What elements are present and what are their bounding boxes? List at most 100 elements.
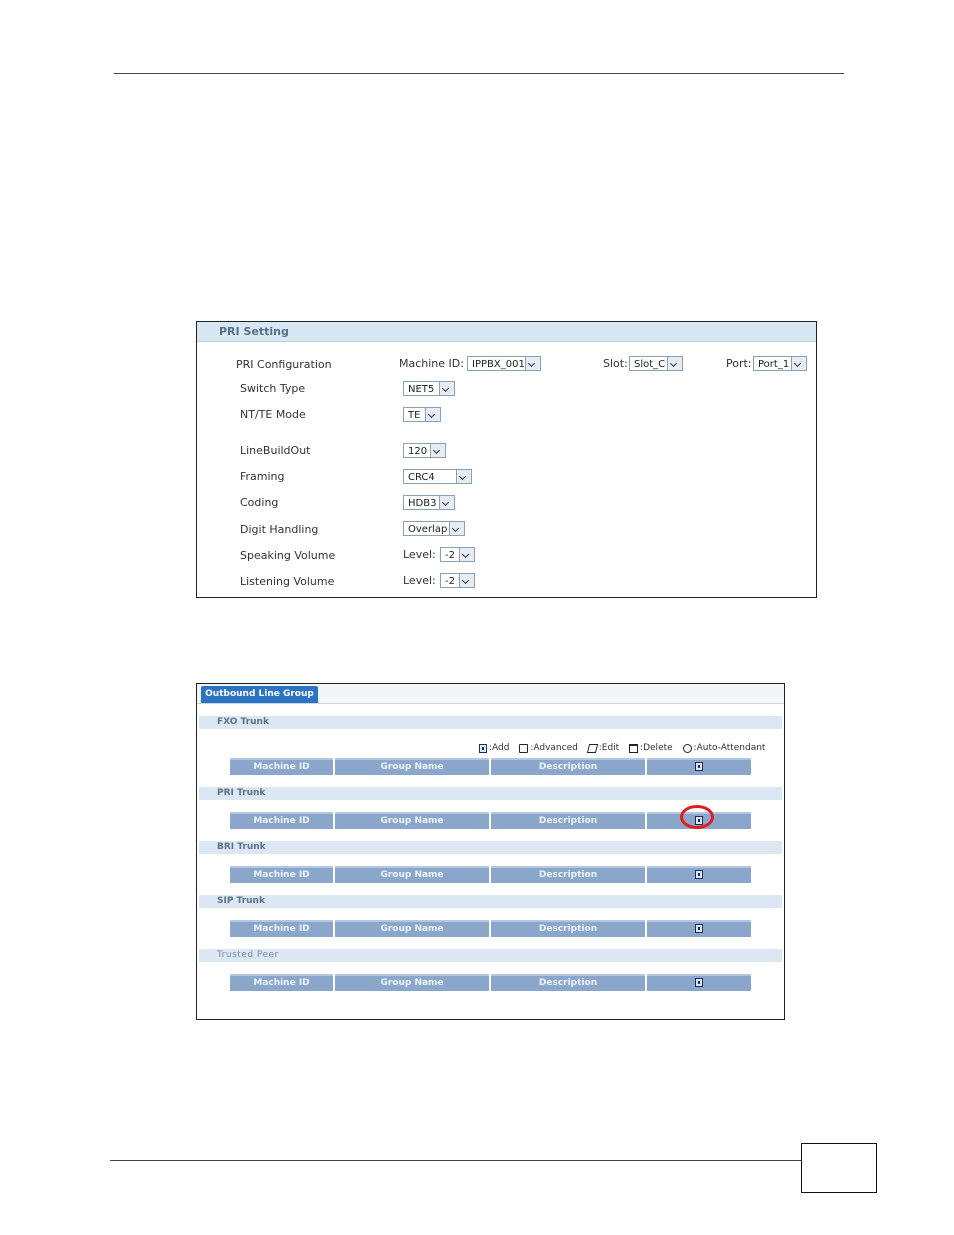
highlight-ring [680, 805, 714, 829]
chevron-down-icon [667, 357, 682, 370]
column-machine-id: Machine ID [230, 974, 333, 991]
linebuildout-label: LineBuildOut [240, 444, 311, 457]
chevron-down-icon [439, 382, 454, 395]
section-bri-trunk: BRI Trunk [199, 841, 782, 854]
nt-te-mode-select[interactable]: TE [403, 407, 441, 422]
listening-volume-label: Listening Volume [240, 575, 335, 588]
pri-setting-panel: PRI Setting PRI Configuration Machine ID… [196, 321, 817, 598]
framing-value: CRC4 [408, 472, 435, 483]
nt-te-mode-label: NT/TE Mode [240, 408, 306, 421]
legend-auto-attendant-label: :Auto-Attendant [693, 743, 766, 753]
tab-outbound-line-group[interactable]: Outbound Line Group [201, 686, 318, 703]
speaking-volume-select[interactable]: -2 [440, 547, 475, 562]
column-description: Description [491, 812, 645, 829]
listening-level-label: Level: [403, 574, 436, 587]
outbound-line-group-panel: Outbound Line Group FXO Trunk :Add :Adva… [196, 683, 785, 1020]
switch-type-label: Switch Type [240, 382, 306, 395]
pri-configuration-label: PRI Configuration [236, 358, 332, 371]
legend-advanced-label: :Advanced [530, 743, 578, 753]
add-icon [695, 870, 703, 879]
linebuildout-value: 120 [408, 446, 428, 457]
footer-rule [110, 1160, 802, 1161]
column-description: Description [491, 920, 645, 937]
column-group-name: Group Name [335, 974, 489, 991]
table-header-bri: Machine ID Group Name Description [230, 866, 751, 883]
slot-select[interactable]: Slot_C [629, 356, 683, 371]
speaking-volume-label: Speaking Volume [240, 549, 336, 562]
digit-handling-value: Overlap [408, 524, 448, 535]
slot-value: Slot_C [634, 359, 666, 370]
pri-setting-title: PRI Setting [197, 322, 816, 342]
table-header-pri: Machine ID Group Name Description [230, 812, 751, 829]
legend-add-label: :Add [489, 743, 510, 753]
legend-delete-label: :Delete [640, 743, 673, 753]
chevron-down-icon [456, 470, 471, 483]
chevron-down-icon [459, 574, 474, 587]
add-icon [479, 743, 487, 753]
coding-label: Coding [240, 496, 279, 509]
column-description: Description [491, 974, 645, 991]
add-icon [695, 978, 703, 987]
table-header-fxo: Machine ID Group Name Description [230, 758, 751, 775]
port-label: Port: [726, 357, 752, 370]
column-group-name: Group Name [335, 920, 489, 937]
chevron-down-icon [439, 496, 454, 509]
table-header-sip: Machine ID Group Name Description [230, 920, 751, 937]
add-button[interactable] [647, 758, 751, 775]
linebuildout-select[interactable]: 120 [403, 443, 446, 458]
framing-select[interactable]: CRC4 [403, 469, 472, 484]
listening-volume-select[interactable]: -2 [440, 573, 475, 588]
add-icon [695, 762, 703, 771]
section-trusted-peer: Trusted Peer [199, 949, 782, 962]
switch-type-select[interactable]: NET5 [403, 381, 455, 396]
slot-label: Slot: [603, 357, 628, 370]
column-description: Description [491, 866, 645, 883]
column-machine-id: Machine ID [230, 920, 333, 937]
edit-icon [586, 743, 598, 753]
chevron-down-icon [791, 357, 806, 370]
machine-id-label: Machine ID: [399, 357, 464, 370]
speaking-volume-value: -2 [445, 550, 455, 561]
speaking-level-label: Level: [403, 548, 436, 561]
chevron-down-icon [425, 408, 440, 421]
legend-edit-label: :Edit [598, 743, 620, 753]
machine-id-value: IPPBX_001 [472, 359, 525, 370]
header-rule [114, 73, 844, 74]
column-group-name: Group Name [335, 812, 489, 829]
advanced-icon [519, 743, 529, 753]
listening-volume-value: -2 [445, 576, 455, 587]
delete-icon [629, 743, 639, 753]
auto-attendant-icon [682, 743, 692, 753]
column-group-name: Group Name [335, 866, 489, 883]
add-button[interactable] [647, 974, 751, 991]
tab-bar: Outbound Line Group [197, 684, 784, 704]
digit-handling-select[interactable]: Overlap [403, 521, 465, 536]
table-header-trusted-peer: Machine ID Group Name Description [230, 974, 751, 991]
column-machine-id: Machine ID [230, 812, 333, 829]
nt-te-mode-value: TE [408, 410, 421, 421]
section-fxo-trunk: FXO Trunk [199, 716, 782, 729]
page-number-box [801, 1143, 877, 1193]
column-machine-id: Machine ID [230, 866, 333, 883]
digit-handling-label: Digit Handling [240, 523, 319, 536]
add-button[interactable] [647, 866, 751, 883]
column-machine-id: Machine ID [230, 758, 333, 775]
port-select[interactable]: Port_1 [753, 356, 807, 371]
chevron-down-icon [430, 444, 445, 457]
chevron-down-icon [449, 522, 464, 535]
add-icon [695, 924, 703, 933]
port-value: Port_1 [758, 359, 790, 370]
switch-type-value: NET5 [408, 384, 435, 395]
chevron-down-icon [459, 548, 474, 561]
section-pri-trunk: PRI Trunk [199, 787, 782, 800]
section-sip-trunk: SIP Trunk [199, 895, 782, 908]
icon-legend: :Add :Advanced :Edit :Delete :Auto-Atten… [479, 743, 772, 756]
coding-value: HDB3 [408, 498, 437, 509]
column-group-name: Group Name [335, 758, 489, 775]
coding-select[interactable]: HDB3 [403, 495, 455, 510]
column-description: Description [491, 758, 645, 775]
add-button[interactable] [647, 920, 751, 937]
framing-label: Framing [240, 470, 285, 483]
chevron-down-icon [525, 357, 540, 370]
machine-id-select[interactable]: IPPBX_001 [467, 356, 541, 371]
